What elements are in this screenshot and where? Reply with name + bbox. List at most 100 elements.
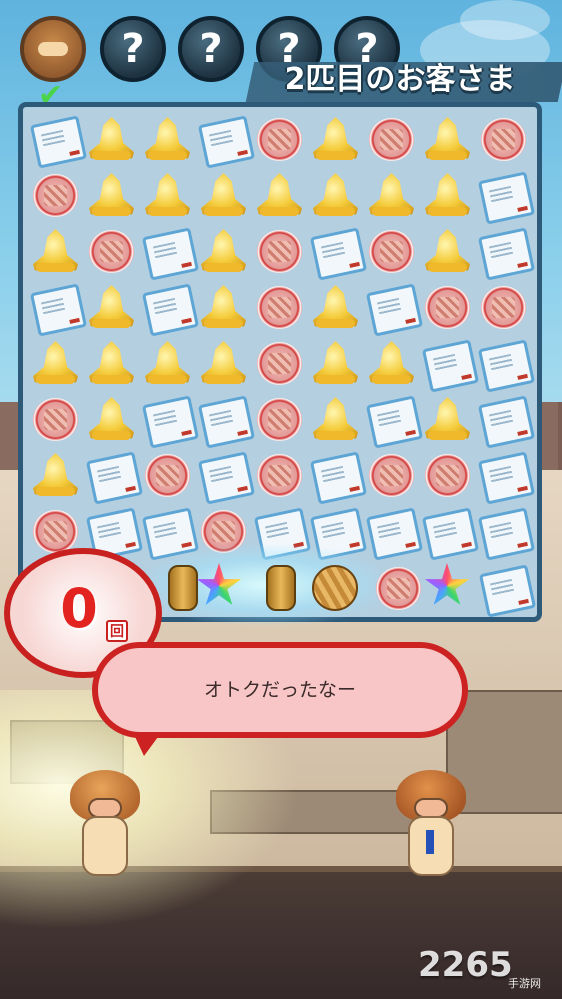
bell-tile[interactable]	[365, 169, 418, 222]
bell-tile[interactable]	[85, 169, 138, 222]
ticket-tile[interactable]	[141, 393, 200, 449]
meat-tile[interactable]	[85, 225, 138, 278]
meat-icon	[89, 230, 134, 273]
bell-tile[interactable]	[421, 169, 474, 222]
bell-base	[204, 319, 243, 328]
bell-base	[372, 207, 411, 216]
bell-tile[interactable]	[421, 393, 474, 446]
meat-tile[interactable]	[253, 281, 306, 334]
bell-tile[interactable]	[29, 225, 82, 278]
bell-base	[92, 375, 131, 384]
bell-tile[interactable]	[85, 393, 138, 446]
bell-tile[interactable]	[141, 337, 194, 390]
puzzle-board[interactable]	[18, 102, 542, 622]
ticket-icon	[477, 395, 536, 449]
bell-tile[interactable]	[365, 337, 418, 390]
ticket-icon	[477, 339, 536, 393]
meat-icon	[257, 342, 302, 385]
bell-tile[interactable]	[197, 337, 250, 390]
ticket-tile[interactable]	[477, 505, 536, 561]
ticket-tile[interactable]	[197, 393, 256, 449]
counter-unit: 回	[106, 620, 128, 642]
ticket-icon	[141, 227, 200, 281]
barrel-icon[interactable]	[266, 565, 296, 611]
meat-icon	[145, 454, 190, 497]
bell-tile[interactable]	[197, 281, 250, 334]
meat-tile[interactable]	[29, 169, 82, 222]
bell-tile[interactable]	[309, 337, 362, 390]
meat-icon	[257, 118, 302, 161]
ticket-icon	[29, 115, 88, 169]
yarn-ball-icon[interactable]	[312, 565, 358, 611]
ticket-tile[interactable]	[29, 113, 88, 169]
meat-tile[interactable]	[421, 281, 474, 334]
ticket-icon	[365, 283, 424, 337]
bell-tile[interactable]	[141, 169, 194, 222]
bell-tile[interactable]	[253, 169, 306, 222]
bell-tile[interactable]	[85, 281, 138, 334]
ticket-tile[interactable]	[309, 225, 368, 281]
meat-tile[interactable]	[365, 113, 418, 166]
ticket-tile[interactable]	[29, 281, 88, 337]
meat-tile[interactable]	[477, 281, 530, 334]
bell-base	[148, 207, 187, 216]
ticket-icon	[29, 283, 88, 337]
bell-tile[interactable]	[309, 169, 362, 222]
ticket-tile[interactable]	[141, 225, 200, 281]
meat-icon	[33, 398, 78, 441]
bell-tile[interactable]	[309, 393, 362, 446]
bell-tile[interactable]	[141, 113, 194, 166]
bell-tile[interactable]	[85, 337, 138, 390]
bell-tile[interactable]	[29, 449, 82, 502]
meat-tile[interactable]	[365, 449, 418, 502]
ticket-icon	[141, 395, 200, 449]
barrel-icon[interactable]	[168, 565, 198, 611]
ticket-tile[interactable]	[141, 281, 200, 337]
ticket-icon	[197, 395, 256, 449]
bell-tile[interactable]	[29, 337, 82, 390]
ticket-icon[interactable]	[478, 562, 537, 618]
meat-tile[interactable]	[253, 113, 306, 166]
cloud	[460, 0, 550, 40]
bell-base	[92, 207, 131, 216]
meat-tile[interactable]	[421, 449, 474, 502]
meat-tile[interactable]	[253, 337, 306, 390]
ticket-tile[interactable]	[365, 393, 424, 449]
bell-tile[interactable]	[197, 225, 250, 278]
meat-tile[interactable]	[253, 225, 306, 278]
ticket-tile[interactable]	[477, 449, 536, 505]
ticket-tile[interactable]	[85, 449, 144, 505]
meat-tile[interactable]	[29, 393, 82, 446]
ticket-tile[interactable]	[197, 113, 256, 169]
ticket-tile[interactable]	[477, 393, 536, 449]
meat-tile[interactable]	[253, 449, 306, 502]
bell-base	[148, 375, 187, 384]
bell-tile[interactable]	[309, 113, 362, 166]
meat-icon	[369, 454, 414, 497]
meat-tile[interactable]	[253, 393, 306, 446]
bell-tile[interactable]	[421, 225, 474, 278]
ticket-tile[interactable]	[421, 505, 480, 561]
ticket-icon	[421, 339, 480, 393]
ticket-tile[interactable]	[197, 449, 256, 505]
bell-tile[interactable]	[421, 113, 474, 166]
ticket-tile[interactable]	[365, 281, 424, 337]
ticket-icon	[477, 171, 536, 225]
meat-tile[interactable]	[477, 113, 530, 166]
customer-mushroom-character	[60, 770, 150, 880]
ticket-tile[interactable]	[477, 337, 536, 393]
meat-tile[interactable]	[141, 449, 194, 502]
bell-tile[interactable]	[197, 169, 250, 222]
bell-base	[428, 431, 467, 440]
ticket-tile[interactable]	[477, 225, 536, 281]
meat-icon	[481, 286, 526, 329]
bell-tile[interactable]	[85, 113, 138, 166]
meat-tile[interactable]	[365, 225, 418, 278]
ticket-tile[interactable]	[309, 449, 368, 505]
bell-tile[interactable]	[309, 281, 362, 334]
meat-icon	[425, 286, 470, 329]
bell-base	[316, 375, 355, 384]
meat-icon[interactable]	[372, 562, 425, 615]
ticket-tile[interactable]	[421, 337, 480, 393]
ticket-tile[interactable]	[477, 169, 536, 225]
